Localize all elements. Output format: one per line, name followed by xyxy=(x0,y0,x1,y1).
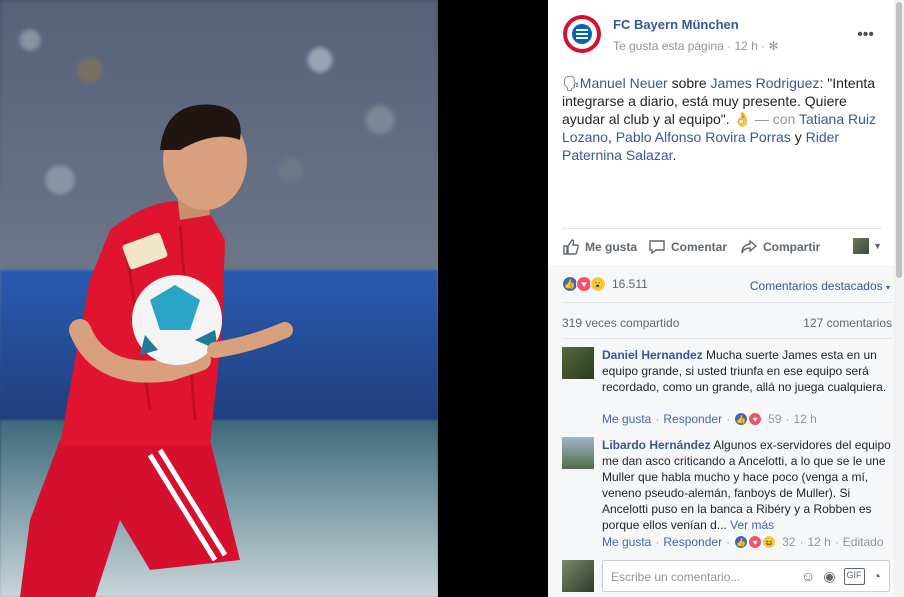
post-photo[interactable] xyxy=(0,0,438,597)
divider xyxy=(562,338,892,339)
thumbs-up-icon xyxy=(563,239,579,255)
more-options-icon[interactable]: ••• xyxy=(857,26,874,44)
page-name[interactable]: FC Bayern München xyxy=(613,17,739,32)
sticker-icon[interactable]: ◔ xyxy=(873,568,881,585)
comment-like-link[interactable]: Me gusta xyxy=(602,412,651,426)
comment-reaction-count[interactable]: 59 xyxy=(768,412,781,426)
user-avatar xyxy=(853,238,870,254)
footer-separator: · xyxy=(726,535,731,549)
share-button[interactable]: Compartir xyxy=(740,238,820,256)
comment-time[interactable]: 12 h xyxy=(793,412,816,426)
post-text-segment: y xyxy=(790,129,806,145)
edited-label[interactable]: Editado xyxy=(843,535,884,549)
post-as-selector[interactable]: ▼ xyxy=(853,238,882,254)
comment-button[interactable]: Comentar xyxy=(648,238,727,256)
post-text-segment: sobre xyxy=(667,75,711,91)
meta-separator-2: · xyxy=(761,39,766,53)
player-figure xyxy=(20,104,293,597)
comment-footer: Me gusta · Responder · 👍 ♥ 😆 32 · 12 h ·… xyxy=(602,535,884,549)
speaking-head-icon: 🗣 xyxy=(562,75,580,91)
post-time[interactable]: 12 h xyxy=(734,39,757,53)
comment-body: Libardo Hernández Algunos ex-servidores … xyxy=(602,437,892,533)
page-logo[interactable] xyxy=(562,14,602,54)
sort-label: Comentarios destacados xyxy=(749,279,883,293)
post-actions: Me gusta Comentar Compartir ▼ xyxy=(562,234,882,260)
comment-body: Daniel Hernandez Mucha suerte James esta… xyxy=(602,347,892,395)
comment-reply-link[interactable]: Responder xyxy=(663,412,722,426)
love-reaction-icon: ♥ xyxy=(748,412,763,426)
tagged-with-label: — con xyxy=(754,111,799,127)
comment-time[interactable]: 12 h xyxy=(807,535,830,549)
gear-icon[interactable]: ✻ xyxy=(768,39,778,53)
commenter-name[interactable]: Daniel Hernandez xyxy=(602,348,703,362)
viewer-gap xyxy=(438,0,548,597)
scrollbar-thumb[interactable] xyxy=(896,2,902,278)
caret-down-icon: ▾ xyxy=(885,283,890,292)
footer-separator: · xyxy=(655,535,660,549)
share-label: Compartir xyxy=(763,240,821,254)
comments-count[interactable]: 127 comentarios xyxy=(803,316,892,330)
shares-count[interactable]: 319 veces compartido xyxy=(562,316,679,330)
meta-separator: · xyxy=(727,39,732,53)
reactions-count: 16.511 xyxy=(612,277,648,291)
camera-icon[interactable]: ◉ xyxy=(823,568,835,585)
post-meta: Te gusta esta página · 12 h · ✻ xyxy=(613,39,779,53)
comment-input-placeholder: Escribe un comentario... xyxy=(611,570,741,584)
footer-separator: · xyxy=(834,535,839,549)
composer-icons: ☺ ◉ GIF ◔ xyxy=(801,568,881,585)
share-icon xyxy=(741,239,758,254)
mention-link[interactable]: Manuel Neuer xyxy=(580,75,668,91)
haha-reaction-icon: 😆 xyxy=(762,535,777,549)
footer-separator: · xyxy=(726,412,731,426)
footer-separator: · xyxy=(799,535,804,549)
wow-reaction-icon: 😮 xyxy=(590,276,606,292)
divider xyxy=(562,228,882,229)
gif-icon[interactable]: GIF xyxy=(843,568,865,585)
emoji-icon[interactable]: ☺ xyxy=(801,568,815,585)
comment-item: Daniel Hernandez Mucha suerte James esta… xyxy=(562,347,890,432)
see-more-link[interactable]: Ver más xyxy=(730,518,774,532)
reactions-summary[interactable]: 👍 ♥ 😮 16.511 xyxy=(562,276,648,292)
comment-label: Comentar xyxy=(671,240,728,254)
footer-separator: · xyxy=(785,412,790,426)
comment-like-link[interactable]: Me gusta xyxy=(602,535,651,549)
post-header: FC Bayern München Te gusta esta página ·… xyxy=(562,14,882,58)
comment-reaction-count[interactable]: 32 xyxy=(782,535,795,549)
comment-input[interactable]: Escribe un comentario... ☺ ◉ GIF ◔ xyxy=(602,560,890,592)
love-reaction-icon: ♥ xyxy=(748,535,763,549)
like-button[interactable]: Me gusta xyxy=(562,238,637,256)
chevron-down-icon: ▼ xyxy=(873,241,882,251)
comment-item: Libardo Hernández Algunos ex-servidores … xyxy=(562,437,892,552)
like-reaction-icon: 👍 xyxy=(734,412,749,426)
comment-reply-link[interactable]: Responder xyxy=(663,535,722,549)
like-label: Me gusta xyxy=(585,240,638,254)
commenter-avatar[interactable] xyxy=(562,437,594,469)
page-like-status[interactable]: Te gusta esta página xyxy=(613,39,724,53)
comment-composer: Escribe un comentario... ☺ ◉ GIF ◔ xyxy=(562,558,892,592)
like-reaction-icon: 👍 xyxy=(734,535,749,549)
post-text-segment: , xyxy=(607,129,616,145)
commenter-name[interactable]: Libardo Hernández xyxy=(602,438,711,452)
post-panel: FC Bayern München Te gusta esta página ·… xyxy=(548,0,894,597)
user-avatar xyxy=(562,560,594,592)
post-text-segment: . xyxy=(672,147,677,163)
comment-icon xyxy=(649,240,665,255)
mention-link[interactable]: James Rodriguez xyxy=(711,75,820,91)
comment-footer: Me gusta · Responder · 👍 ♥ 59 · 12 h xyxy=(602,412,817,426)
divider xyxy=(562,302,892,303)
footer-separator: · xyxy=(655,412,660,426)
ok-hand-icon: 👌 xyxy=(733,111,751,127)
tagged-person-link[interactable]: Pablo Alfonso Rovira Porras xyxy=(616,129,791,145)
post-text: 🗣Manuel Neuer sobre James Rodriguez: "In… xyxy=(562,74,892,164)
scrollbar[interactable] xyxy=(894,0,904,597)
post-counts: 319 veces compartido 127 comentarios xyxy=(562,316,892,330)
comments-sort-dropdown[interactable]: Comentarios destacados ▾ xyxy=(750,279,890,293)
commenter-avatar[interactable] xyxy=(562,347,594,379)
